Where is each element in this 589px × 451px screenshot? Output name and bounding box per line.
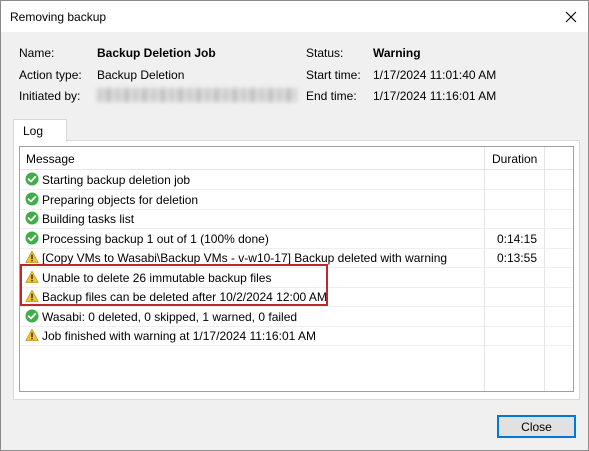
tab-log[interactable]: Log: [13, 119, 67, 142]
action-type-label: Action type:: [19, 68, 82, 82]
log-row[interactable]: Processing backup 1 out of 1 (100% done)…: [20, 229, 573, 249]
title-bar: Removing backup: [1, 1, 588, 32]
log-message: Processing backup 1 out of 1 (100% done): [42, 231, 269, 246]
close-button[interactable]: Close: [497, 415, 576, 438]
highlight-box: [20, 264, 328, 306]
check-circle-icon: [25, 231, 39, 245]
tab-log-label: Log: [23, 124, 44, 138]
removing-backup-dialog: Removing backup Name: Backup Deletion Jo…: [0, 0, 589, 451]
log-grid-header: Message Duration: [20, 147, 573, 170]
log-row[interactable]: Preparing objects for deletion: [20, 190, 573, 210]
check-circle-icon: [25, 172, 39, 186]
log-row[interactable]: Wasabi: 0 deleted, 0 skipped, 1 warned, …: [20, 307, 573, 327]
initiated-by-redacted-value: [97, 88, 297, 102]
log-message: Building tasks list: [42, 212, 135, 226]
duration-column-header[interactable]: Duration: [492, 152, 537, 166]
name-value: Backup Deletion Job: [97, 46, 216, 60]
status-label: Status:: [306, 46, 344, 60]
end-time-value: 1/17/2024 11:16:01 AM: [373, 89, 497, 103]
close-button-label: Close: [521, 419, 552, 434]
log-message: Wasabi: 0 deleted, 0 skipped, 1 warned, …: [42, 309, 298, 324]
action-type-value: Backup Deletion: [97, 68, 185, 82]
log-message: Job finished with warning at 1/17/2024 1…: [42, 329, 316, 343]
name-label: Name:: [19, 46, 55, 60]
check-circle-icon: [25, 309, 39, 323]
check-circle-icon: [25, 192, 39, 206]
log-message: [Copy VMs to Wasabi\Backup VMs - v-w10-1…: [42, 251, 448, 265]
message-column-header[interactable]: Message: [26, 152, 75, 166]
log-message: Starting backup deletion job: [42, 173, 191, 187]
warning-triangle-icon: [25, 328, 39, 342]
start-time-label: Start time:: [306, 68, 361, 82]
warning-triangle-icon: [25, 250, 39, 264]
status-value: Warning: [373, 46, 421, 60]
start-time-value: 1/17/2024 11:01:40 AM: [373, 68, 497, 82]
log-duration: 0:13:55: [496, 251, 537, 265]
log-row[interactable]: Building tasks list: [20, 209, 573, 229]
window-close-button[interactable]: [554, 1, 588, 32]
initiated-by-label: Initiated by:: [19, 89, 81, 103]
log-grid: Message Duration Starting backup deletio…: [19, 146, 574, 392]
log-duration: 0:14:15: [496, 231, 537, 246]
log-row[interactable]: Starting backup deletion job: [20, 170, 573, 190]
check-circle-icon: [25, 211, 39, 225]
log-row[interactable]: Job finished with warning at 1/17/2024 1…: [20, 326, 573, 346]
window-title: Removing backup: [10, 10, 107, 24]
log-message: Preparing objects for deletion: [42, 192, 199, 207]
close-icon: [565, 11, 577, 22]
log-panel: Message Duration Starting backup deletio…: [13, 140, 580, 400]
end-time-label: End time:: [306, 89, 357, 103]
